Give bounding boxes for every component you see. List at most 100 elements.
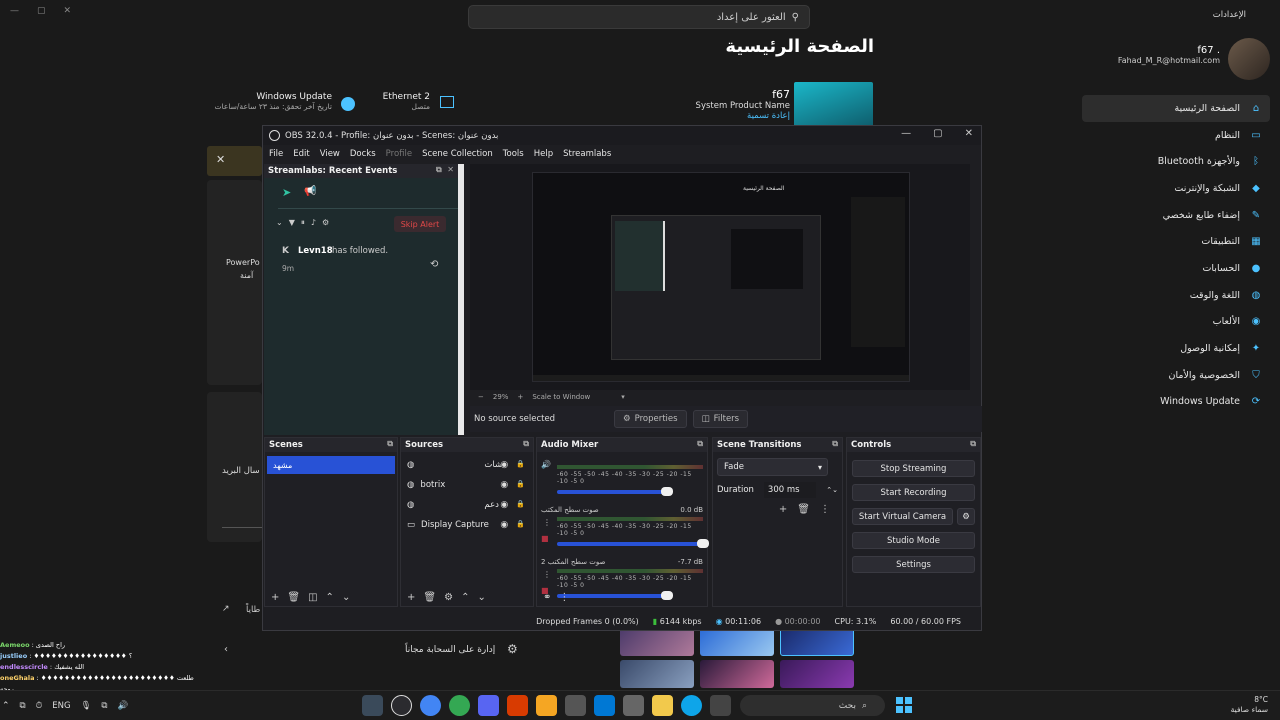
nav-item[interactable]: الخصوصية والأمان ⛉ [1082,362,1270,389]
settings-button[interactable]: Settings [852,556,975,573]
mail-icon[interactable] [594,695,615,716]
transition-select[interactable]: Fade ▾ [717,458,828,476]
dock-float-icon[interactable]: ⧉ [523,439,529,449]
obs-titlebar[interactable]: OBS 32.0.4 - Profile: بدون عنوان - Scene… [263,126,981,145]
filters-button[interactable]: ◫ Filters [692,410,749,428]
mic-icon[interactable]: 🎙 [81,701,92,711]
slider-handle[interactable] [661,487,674,496]
dock-float-icon[interactable]: ⧉ [697,439,703,449]
wallpaper-thumb[interactable] [620,660,694,688]
eye-icon[interactable]: ◉ [500,480,508,490]
close-icon[interactable]: ✕ [965,128,973,139]
close-icon[interactable]: ✕ [216,153,225,166]
eye-icon[interactable]: ◉ [500,520,508,530]
wallpaper-thumbnails[interactable] [620,628,858,688]
more-icon[interactable]: ⋮ [543,570,551,579]
lock-icon[interactable]: 🔒 [516,500,525,510]
start-recording-button[interactable]: Start Recording [852,484,975,501]
nav-item[interactable]: الألعاب ◉ [1082,309,1270,336]
event-user[interactable]: Levn18 [298,246,333,256]
chevron-up-icon[interactable]: ⌃ [326,592,334,603]
eye-icon[interactable]: ◉ [500,460,508,470]
wallpaper-thumb[interactable] [780,628,854,656]
duration-input[interactable]: 300 ms [763,482,817,498]
slider-handle[interactable] [697,539,709,548]
wallpaper-thumb[interactable] [700,628,774,656]
dock-float-icon[interactable]: ⧉ [387,439,393,449]
chrome-icon[interactable] [420,695,441,716]
settings-search-input[interactable]: العثور على إعداد ⚲ [468,5,810,29]
volume-slider[interactable] [557,487,674,496]
nav-item[interactable]: الشبكة والإنترنت ◆ [1082,175,1270,202]
start-button[interactable] [896,697,912,713]
zoom-out-icon[interactable]: − [478,393,484,401]
scene-item[interactable]: مشهد [267,456,395,474]
volume-icon[interactable]: 🔊 [541,460,551,469]
nav-item[interactable]: الصفحة الرئيسية ⌂ [1082,95,1270,122]
gear-icon[interactable]: ⚙ [957,508,975,525]
minimize-icon[interactable]: — [901,128,911,139]
muted-icon[interactable]: ■ [541,534,549,543]
avatar[interactable] [1228,38,1270,80]
source-item[interactable]: ▭ Display Capture ◉ 🔒 [401,515,533,535]
dock-float-icon[interactable]: ⧉ [970,439,976,449]
add-icon[interactable]: + [271,592,279,603]
more-icon[interactable]: ⋮ [820,504,830,515]
maximize-icon[interactable]: ▢ [933,128,942,139]
menu-item[interactable]: Scene Collection [422,149,493,159]
repeat-icon[interactable]: ⟲ [430,259,438,270]
stop-streaming-button[interactable]: Stop Streaming [852,460,975,477]
menu-item[interactable]: Help [534,149,553,159]
volume-slider[interactable] [557,539,709,548]
menu-item[interactable]: Profile [386,149,412,159]
rename-link[interactable]: إعادة تسمية [690,111,790,121]
streamlabs-toolbar-icons[interactable]: ⌄▼⏸♪⚙ [276,218,335,228]
add-icon[interactable]: + [407,592,415,603]
studio-mode-button[interactable]: Studio Mode [852,532,975,549]
filter-icon[interactable]: ◫ [308,592,317,603]
trash-icon[interactable]: 🗑 [287,592,300,603]
taskview-icon[interactable]: ⧉ [20,701,26,711]
volume-icon[interactable]: 🔊 [117,701,128,711]
nav-item[interactable]: اللغة والوقت ◍ [1082,282,1270,309]
stepper-icon[interactable]: ⌃⌄ [826,486,838,494]
nav-item[interactable]: إمكانية الوصول ✦ [1082,335,1270,362]
source-item[interactable]: ◍ botrix ◉ 🔒 [401,475,533,495]
nav-item[interactable]: إضفاء طابع شخصي ✎ [1082,202,1270,229]
dock-float-icon[interactable]: ⧉ [832,439,838,449]
store-icon[interactable] [623,695,644,716]
menu-item[interactable]: File [269,149,283,159]
obs-preview[interactable]: الصفحة الرئيسية [470,164,970,390]
taskbar-search[interactable]: بحث ⌕ [740,695,885,716]
chevron-up-icon[interactable]: ⌃ [461,592,469,603]
settings-window-controls[interactable]: — ▢ ✕ [10,6,71,16]
wallpaper-thumb[interactable] [620,628,694,656]
language-indicator[interactable]: ENG [52,701,70,711]
ethernet-status[interactable]: Ethernet 2 متصل [372,92,430,111]
lock-icon[interactable]: 🔒 [516,480,525,490]
nav-item[interactable]: النظام ▭ [1082,122,1270,149]
trash-icon[interactable]: 🗑 [797,504,810,515]
app-icon[interactable] [565,695,586,716]
zoom-in-icon[interactable]: + [517,393,523,401]
edge-icon[interactable] [681,695,702,716]
properties-button[interactable]: ⚙ Properties [614,410,687,428]
start-virtual-camera-button[interactable]: Start Virtual Camera [852,508,953,525]
external-link-icon[interactable]: ↗ [222,604,230,614]
settings-app-icon[interactable] [362,695,383,716]
more-icon[interactable]: ⋮ [559,592,569,603]
obs-app-icon[interactable] [391,695,412,716]
nav-item[interactable]: Windows Update ⟳ [1082,389,1270,416]
menu-item[interactable]: Edit [293,149,309,159]
link-icon[interactable]: ⚭ [543,592,551,603]
chevron-down-icon[interactable]: ▾ [621,393,625,401]
menu-item[interactable]: Docks [350,149,376,159]
dock-float-icon[interactable]: ⧉ ✕ [436,165,454,175]
menu-item[interactable]: View [320,149,340,159]
discord-icon[interactable] [478,695,499,716]
menu-item[interactable]: Streamlabs [563,149,611,159]
eye-icon[interactable]: ◉ [500,500,508,510]
chrome-profile-icon[interactable] [449,695,470,716]
source-item[interactable]: ◍ شات ◉ 🔒 [401,455,533,475]
windows-update-status[interactable]: Windows Update تاريخ آخر تحقق: منذ ٢٣ سا… [210,92,332,111]
